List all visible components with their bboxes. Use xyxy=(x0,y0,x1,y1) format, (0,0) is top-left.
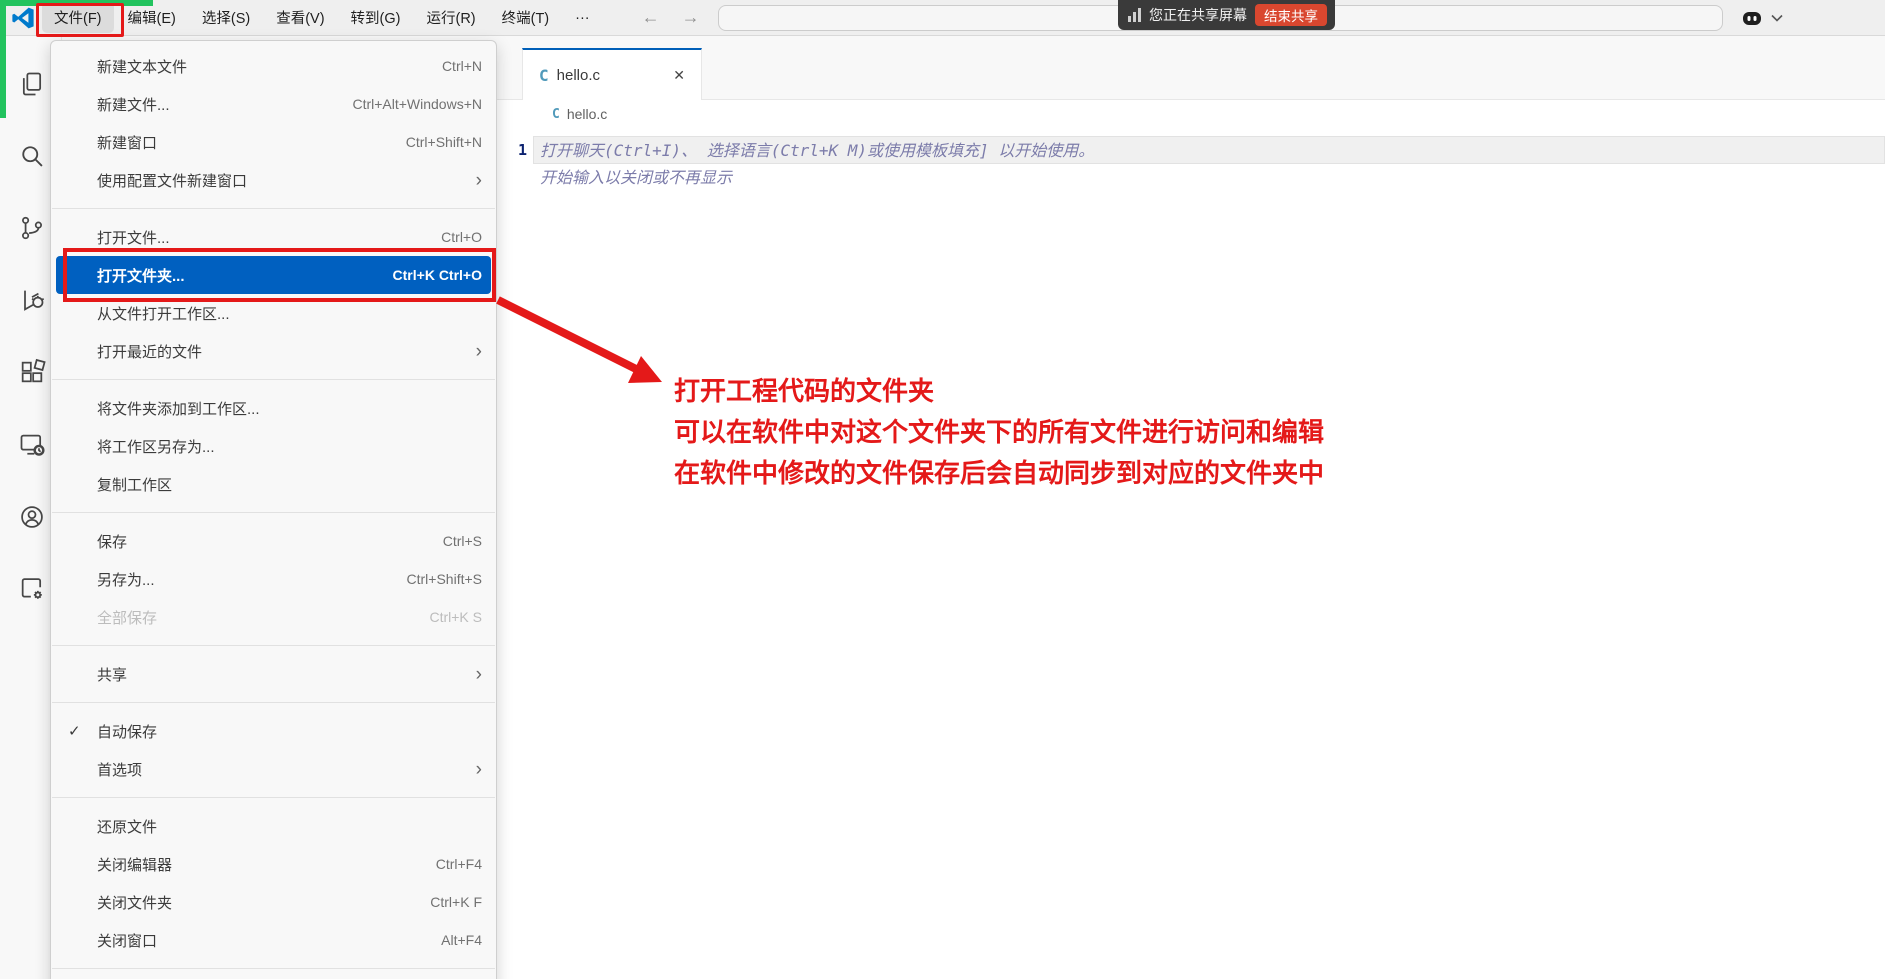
breadcrumb-file: hello.c xyxy=(567,106,607,122)
menu-go[interactable]: 转到(G) xyxy=(339,2,413,33)
menu-item-close-window[interactable]: 关闭窗口 Alt+F4 xyxy=(51,921,496,959)
menu-terminal[interactable]: 终端(T) xyxy=(490,2,562,33)
menu-item-open-folder[interactable]: 打开文件夹... Ctrl+K Ctrl+O xyxy=(56,256,491,294)
submenu-chevron-icon: › xyxy=(476,171,482,190)
submenu-chevron-icon: › xyxy=(476,760,482,779)
line-number: 1 xyxy=(505,137,527,164)
tab-label: hello.c xyxy=(557,67,662,84)
explorer-icon[interactable] xyxy=(18,70,46,98)
back-icon[interactable]: ← xyxy=(642,7,660,28)
menu-edit[interactable]: 编辑(E) xyxy=(116,2,188,33)
search-icon[interactable] xyxy=(18,142,46,170)
extensions-icon[interactable] xyxy=(18,358,46,386)
run-debug-icon[interactable] xyxy=(18,286,46,314)
menu-item-save-as[interactable]: 另存为... Ctrl+Shift+S xyxy=(51,560,496,598)
menu-item-new-window[interactable]: 新建窗口 Ctrl+Shift+N xyxy=(51,123,496,161)
tab-hello-c[interactable]: C hello.c ✕ xyxy=(522,48,702,100)
menu-divider xyxy=(52,379,495,380)
menu-item-close-folder[interactable]: 关闭文件夹 Ctrl+K F xyxy=(51,883,496,921)
file-menu-dropdown: 新建文本文件 Ctrl+N 新建文件... Ctrl+Alt+Windows+N… xyxy=(50,40,497,979)
annotation-text: 打开工程代码的文件夹 可以在软件中对这个文件夹下的所有文件进行访问和编辑 在软件… xyxy=(674,371,1324,494)
menu-divider xyxy=(52,645,495,646)
annotation-line1: 打开工程代码的文件夹 xyxy=(674,371,1324,412)
menu-item-open-file[interactable]: 打开文件... Ctrl+O xyxy=(51,218,496,256)
source-control-icon[interactable] xyxy=(18,214,46,242)
menu-item-new-text-file[interactable]: 新建文本文件 Ctrl+N xyxy=(51,47,496,85)
menu-item-revert-file[interactable]: 还原文件 xyxy=(51,807,496,845)
menu-item-open-workspace-from-file[interactable]: 从文件打开工作区... xyxy=(51,294,496,332)
menu-item-save-workspace-as[interactable]: 将工作区另存为... xyxy=(51,427,496,465)
menu-item-auto-save[interactable]: ✓ 自动保存 xyxy=(51,712,496,750)
c-file-icon: C xyxy=(539,66,549,85)
screen-share-border-left xyxy=(0,0,6,118)
remote-explorer-icon[interactable] xyxy=(18,431,46,459)
editor-ghost-text-line2: 开始输入以关闭或不再显示 xyxy=(540,164,732,191)
end-share-button[interactable]: 结束共享 xyxy=(1255,4,1327,26)
menu-item-duplicate-workspace[interactable]: 复制工作区 xyxy=(51,465,496,503)
title-bar: 文件(F) 编辑(E) 选择(S) 查看(V) 转到(G) 运行(R) 终端(T… xyxy=(0,0,1885,36)
screen-share-banner: 您正在共享屏幕 结束共享 xyxy=(1118,0,1335,30)
signal-bars-icon xyxy=(1128,8,1141,22)
manage-gear-icon[interactable] xyxy=(18,575,46,603)
menu-item-share[interactable]: 共享 › xyxy=(51,655,496,693)
forward-icon[interactable]: → xyxy=(682,7,700,28)
chevron-down-icon[interactable] xyxy=(1771,14,1783,22)
menu-item-new-window-with-profile[interactable]: 使用配置文件新建窗口 › xyxy=(51,161,496,199)
copilot-icon[interactable] xyxy=(1739,5,1765,31)
vscode-window: 文件(F) 编辑(E) 选择(S) 查看(V) 转到(G) 运行(R) 终端(T… xyxy=(0,0,1885,979)
menu-item-open-recent[interactable]: 打开最近的文件 › xyxy=(51,332,496,370)
menu-item-new-file[interactable]: 新建文件... Ctrl+Alt+Windows+N xyxy=(51,85,496,123)
c-file-icon: C xyxy=(552,107,560,122)
menu-file[interactable]: 文件(F) xyxy=(42,2,114,33)
checkmark-icon: ✓ xyxy=(68,722,81,740)
menu-item-close-editor[interactable]: 关闭编辑器 Ctrl+F4 xyxy=(51,845,496,883)
menu-item-save[interactable]: 保存 Ctrl+S xyxy=(51,522,496,560)
accounts-icon[interactable] xyxy=(18,503,46,531)
vscode-logo-icon xyxy=(10,5,36,31)
menu-divider xyxy=(52,512,495,513)
submenu-chevron-icon: › xyxy=(476,342,482,361)
tab-close-icon[interactable]: ✕ xyxy=(669,65,689,86)
menu-run[interactable]: 运行(R) xyxy=(414,2,487,33)
menu-selection[interactable]: 选择(S) xyxy=(190,2,262,33)
menu-more-icon[interactable]: ··· xyxy=(563,5,602,31)
annotation-line2: 可以在软件中对这个文件夹下的所有文件进行访问和编辑 xyxy=(674,412,1324,453)
menu-item-add-folder-to-workspace[interactable]: 将文件夹添加到工作区... xyxy=(51,389,496,427)
editor-ghost-text-line1: 打开聊天(Ctrl+I)、 选择语言(Ctrl+K M)或使用模板填充] 以开始… xyxy=(540,137,1881,164)
menu-view[interactable]: 查看(V) xyxy=(264,2,336,33)
menu-item-preferences[interactable]: 首选项 › xyxy=(51,750,496,788)
menu-divider xyxy=(52,208,495,209)
menu-divider xyxy=(52,968,495,969)
annotation-line3: 在软件中修改的文件保存后会自动同步到对应的文件夹中 xyxy=(674,453,1324,494)
share-banner-text: 您正在共享屏幕 xyxy=(1149,5,1247,25)
menu-divider xyxy=(52,702,495,703)
menu-divider xyxy=(52,797,495,798)
screen-share-border-top xyxy=(0,0,153,6)
breadcrumb[interactable]: C hello.c xyxy=(552,106,607,122)
menu-item-save-all: 全部保存 Ctrl+K S xyxy=(51,598,496,636)
submenu-chevron-icon: › xyxy=(476,665,482,684)
menu-bar: 文件(F) 编辑(E) 选择(S) 查看(V) 转到(G) 运行(R) 终端(T… xyxy=(42,2,602,33)
